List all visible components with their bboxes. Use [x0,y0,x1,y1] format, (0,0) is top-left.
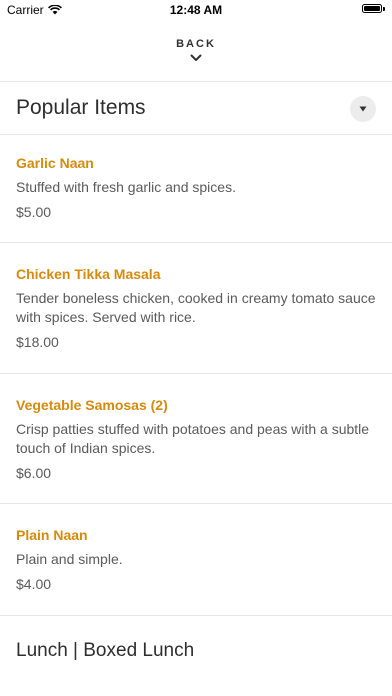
menu-item-price: $4.00 [16,576,52,592]
menu-item-name: Vegetable Samosas (2) [16,397,168,413]
menu-item-description: Stuffed with fresh garlic and spices. [16,179,236,195]
menu-item-chicken-tikka-masala[interactable]: Chicken Tikka Masala Tender boneless chi… [16,265,378,351]
back-label: BACK [176,38,216,50]
menu-item-name: Chicken Tikka Masala [16,266,161,282]
menu-item-description: Tender boneless chicken, cooked in cream… [16,290,376,325]
menu-item-description: Crisp patties stuffed with potatoes and … [16,421,370,456]
item-divider [0,373,392,374]
section-title-popular-items: Popular Items [16,96,146,119]
menu-item-name: Garlic Naan [16,155,94,171]
header-divider [0,81,392,82]
menu-item-description: Plain and simple. [16,551,123,567]
section-collapse-button[interactable] [350,96,376,122]
item-divider [0,242,392,243]
caret-down-icon [359,106,367,112]
section-title-lunch-boxed-lunch: Lunch | Boxed Lunch [16,640,195,661]
menu-item-price: $18.00 [16,334,59,350]
status-time: 12:48 AM [169,3,223,17]
menu-item-name: Plain Naan [16,527,88,543]
item-divider [0,503,392,504]
menu-item-price: $6.00 [16,465,52,481]
menu-item-price: $5.00 [16,204,52,220]
menu-item-vegetable-samosas[interactable]: Vegetable Samosas (2) Crisp patties stuf… [16,396,378,482]
item-divider [0,615,392,616]
menu-item-garlic-naan[interactable]: Garlic Naan Stuffed with fresh garlic an… [16,154,378,221]
back-button[interactable]: BACK [0,38,392,74]
section-divider [0,134,392,135]
battery-cap [383,7,385,11]
menu-item-plain-naan[interactable]: Plain Naan Plain and simple. $4.00 [16,526,378,593]
status-bar: Carrier 12:48 AM [0,0,392,22]
battery-icon [362,4,382,13]
chevron-down-icon [190,54,202,61]
